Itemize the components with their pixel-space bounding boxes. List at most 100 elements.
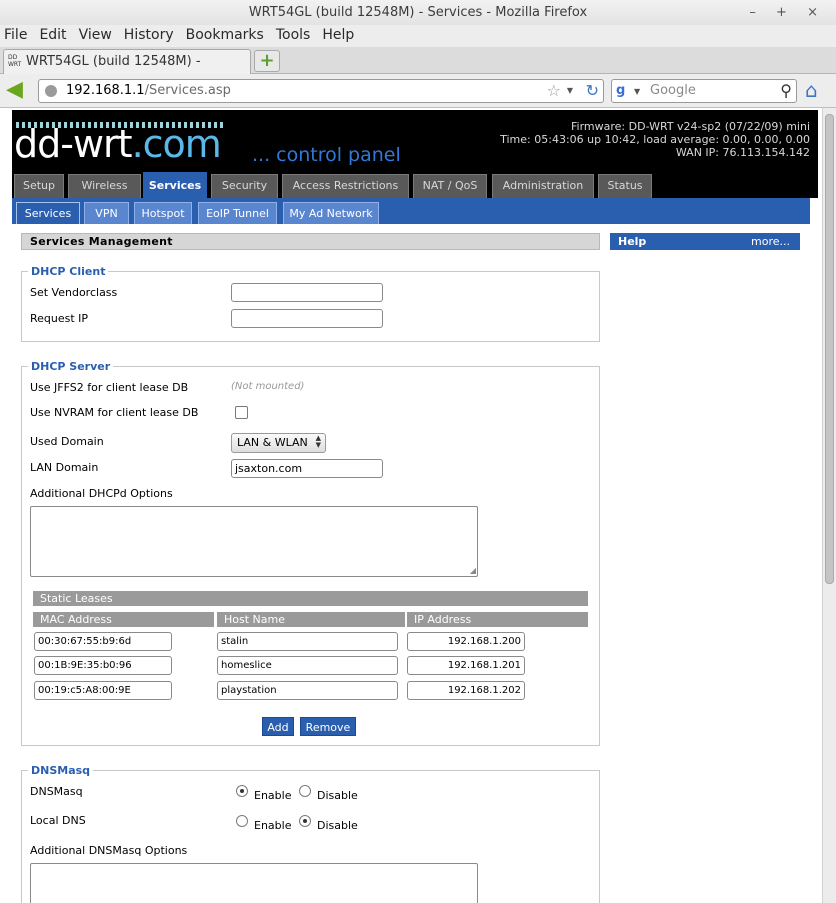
search-engine-dropdown-icon[interactable]: ▼ xyxy=(634,87,640,96)
bookmark-star-icon[interactable]: ☆ xyxy=(547,81,561,100)
dnsmasq-disable-radio[interactable] xyxy=(299,785,311,797)
tab-security[interactable]: Security xyxy=(211,174,278,198)
additional-dnsmasq-textarea[interactable] xyxy=(30,863,478,903)
close-button[interactable]: × xyxy=(807,5,826,20)
search-magnifier-icon[interactable]: ⚲ xyxy=(780,81,792,100)
used-domain-select[interactable]: LAN & WLAN ▲ ▼ xyxy=(231,433,326,453)
add-lease-button[interactable]: Add xyxy=(262,717,294,736)
additional-dhcpd-label: Additional DHCPd Options xyxy=(30,487,173,500)
jffs2-status: (Not mounted) xyxy=(231,381,305,392)
subtab-eoip-tunnel[interactable]: EoIP Tunnel xyxy=(198,202,277,224)
new-tab-plus-icon[interactable]: + xyxy=(254,50,280,72)
page-viewport: dd-wrt.com ... control panel Firmware: D… xyxy=(0,108,822,903)
url-path: /Services.asp xyxy=(144,83,231,98)
firmware-version: Firmware: DD-WRT v24-sp2 (07/22/09) mini xyxy=(571,120,810,133)
tab-services[interactable]: Services xyxy=(143,172,207,198)
uptime: Time: 05:43:06 up 10:42, load average: 0… xyxy=(500,133,810,146)
jffs2-label: Use JFFS2 for client lease DB xyxy=(30,381,189,394)
lease-3-ip[interactable]: 192.168.1.202 xyxy=(407,681,525,700)
vendorclass-input[interactable] xyxy=(231,283,383,302)
help-more-link[interactable]: more... xyxy=(751,233,790,250)
home-icon[interactable]: ⌂ xyxy=(805,79,831,103)
ddwrt-header: dd-wrt.com ... control panel Firmware: D… xyxy=(12,110,818,172)
tab-administration[interactable]: Administration xyxy=(492,174,594,198)
scrollbar-thumb[interactable] xyxy=(825,114,834,584)
menu-help[interactable]: Help xyxy=(316,25,360,43)
tab-bar: DD WRT WRT54GL (build 12548M) - Services… xyxy=(0,47,836,92)
url-bar[interactable]: 192.168.1.1/Services.asp ☆ ▼ ↻ xyxy=(38,79,604,103)
ddwrt-logo: dd-wrt.com xyxy=(14,122,222,166)
subtab-vpn[interactable]: VPN xyxy=(84,202,129,224)
vertical-scrollbar[interactable] xyxy=(822,108,836,903)
subtab-my-ad-network[interactable]: My Ad Network xyxy=(283,202,379,224)
col-host-name: Host Name xyxy=(217,612,405,627)
back-arrow-icon[interactable]: ◀ xyxy=(6,79,30,103)
lan-domain-input[interactable]: jsaxton.com xyxy=(231,459,383,478)
minimize-button[interactable]: – xyxy=(749,5,764,20)
section-title: Services Management xyxy=(21,233,600,250)
url-host: 192.168.1.1 xyxy=(66,83,145,98)
browser-tab[interactable]: DD WRT WRT54GL (build 12548M) - Services xyxy=(3,49,251,92)
navigation-toolbar: ◀ 192.168.1.1/Services.asp ☆ ▼ ↻ g ▼ Goo… xyxy=(0,74,836,108)
tab-setup[interactable]: Setup xyxy=(14,174,64,198)
select-arrows-icon: ▲ ▼ xyxy=(315,434,321,449)
reload-icon[interactable]: ↻ xyxy=(586,81,599,100)
dhcp-client-fieldset: DHCP Client Set Vendorclass Request IP xyxy=(21,265,600,342)
url-text[interactable]: 192.168.1.1/Services.asp xyxy=(66,83,231,98)
lease-1-host[interactable]: stalin xyxy=(217,632,398,651)
lease-2-ip[interactable]: 192.168.1.201 xyxy=(407,656,525,675)
dnsmasq-label: DNSMasq xyxy=(30,785,83,798)
menu-view[interactable]: View xyxy=(73,25,118,43)
wan-ip: WAN IP: 76.113.154.142 xyxy=(675,146,810,159)
firmware-info: Firmware: DD-WRT v24-sp2 (07/22/09) mini… xyxy=(500,120,810,159)
remove-lease-button[interactable]: Remove xyxy=(300,717,356,736)
used-domain-label: Used Domain xyxy=(30,435,104,448)
logo-com: .com xyxy=(131,122,222,166)
maximize-button[interactable]: + xyxy=(776,5,795,20)
additional-dhcpd-textarea[interactable]: ◢ xyxy=(30,506,478,577)
request-ip-input[interactable] xyxy=(231,309,383,328)
lease-3-host[interactable]: playstation xyxy=(217,681,398,700)
logo-main: dd-wrt xyxy=(14,122,133,166)
tab-nat-qos[interactable]: NAT / QoS xyxy=(413,174,487,198)
dnsmasq-legend: DNSMasq xyxy=(28,764,94,777)
google-engine-icon[interactable]: g xyxy=(616,83,632,99)
dhcp-server-legend: DHCP Server xyxy=(28,360,114,373)
lease-2-host[interactable]: homeslice xyxy=(217,656,398,675)
dhcp-server-fieldset: DHCP Server Use JFFS2 for client lease D… xyxy=(21,360,600,746)
search-placeholder: Google xyxy=(650,83,696,98)
lease-1-ip[interactable]: 192.168.1.200 xyxy=(407,632,525,651)
sub-tabs: Services VPN Hotspot EoIP Tunnel My Ad N… xyxy=(12,198,810,224)
lease-1-mac[interactable]: 00:30:67:55:b9:6d xyxy=(34,632,172,651)
col-mac-address: MAC Address xyxy=(33,612,214,627)
url-dropdown-icon[interactable]: ▼ xyxy=(567,86,573,95)
ddwrt-page: dd-wrt.com ... control panel Firmware: D… xyxy=(12,108,818,903)
search-bar[interactable]: g ▼ Google ⚲ xyxy=(611,79,797,103)
local-dns-enable-radio[interactable] xyxy=(236,815,248,827)
tab-wireless[interactable]: Wireless xyxy=(68,174,141,198)
nvram-checkbox[interactable] xyxy=(235,406,248,419)
additional-dnsmasq-label: Additional DNSMasq Options xyxy=(30,844,188,857)
request-ip-label: Request IP xyxy=(30,312,89,325)
tab-access-restrictions[interactable]: Access Restrictions xyxy=(282,174,409,198)
menu-tools[interactable]: Tools xyxy=(270,25,317,43)
menu-bookmarks[interactable]: Bookmarks xyxy=(180,25,270,43)
subtab-services[interactable]: Services xyxy=(16,202,80,224)
site-identity-icon[interactable] xyxy=(45,85,57,97)
tab-status[interactable]: Status xyxy=(598,174,652,198)
ddwrt-favicon-icon: DD WRT xyxy=(8,54,22,68)
menu-history[interactable]: History xyxy=(118,25,180,43)
dnsmasq-enable-radio[interactable] xyxy=(236,785,248,797)
lease-3-mac[interactable]: 00:19:c5:A8:00:9E xyxy=(34,681,172,700)
local-dns-label: Local DNS xyxy=(30,814,86,827)
resize-grip-icon[interactable]: ◢ xyxy=(470,566,476,575)
local-dns-disable-radio[interactable] xyxy=(299,815,311,827)
menu-edit[interactable]: Edit xyxy=(33,25,72,43)
menu-file[interactable]: File xyxy=(0,25,33,43)
subtab-hotspot[interactable]: Hotspot xyxy=(134,202,192,224)
dnsmasq-fieldset: DNSMasq DNSMasq Enable Disable Local DNS… xyxy=(21,764,600,903)
menu-bar: File Edit View History Bookmarks Tools Help xyxy=(0,25,836,47)
static-leases-header: Static Leases xyxy=(33,591,588,606)
lease-2-mac[interactable]: 00:1B:9E:35:b0:96 xyxy=(34,656,172,675)
local-dns-enable-label: Enable xyxy=(254,819,292,832)
